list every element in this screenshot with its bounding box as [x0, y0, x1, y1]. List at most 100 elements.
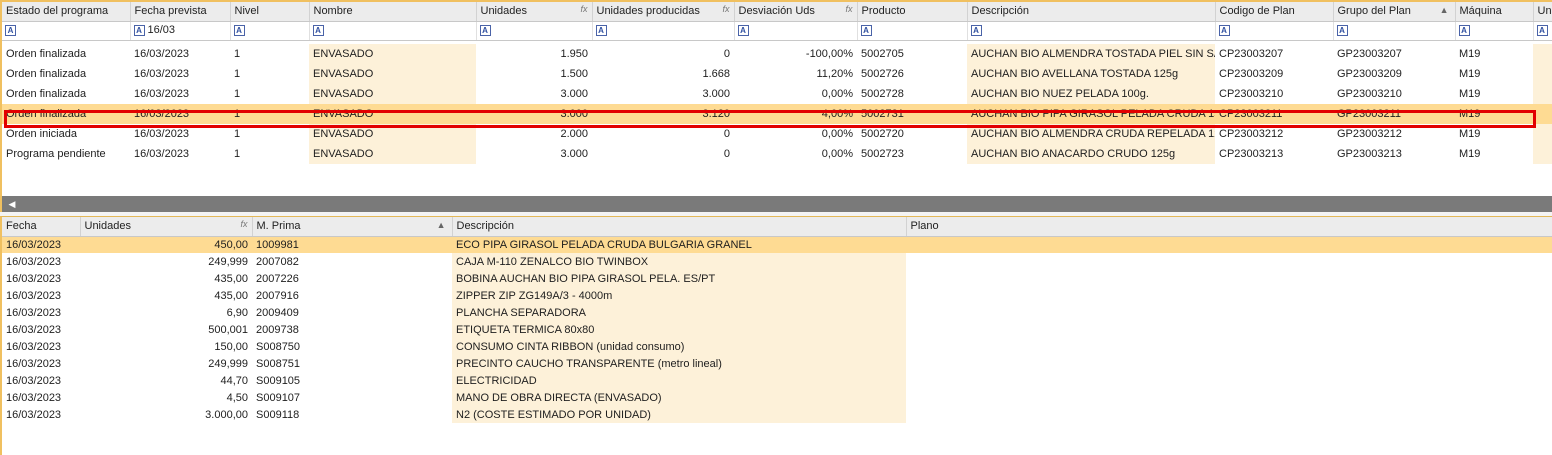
- cell-mat-unidades[interactable]: 44,70: [80, 372, 252, 389]
- cell-mat-mprima[interactable]: S009118: [252, 406, 452, 423]
- cell-mat-plano[interactable]: [906, 321, 1552, 338]
- cell-unidades[interactable]: 3.000: [476, 104, 592, 124]
- cell-codigo[interactable]: CP23003211: [1215, 104, 1333, 124]
- filter-icon[interactable]: A: [133, 25, 145, 37]
- cell-mat-mprima[interactable]: S008751: [252, 355, 452, 372]
- col-codigo-header[interactable]: Codigo de Plan: [1215, 2, 1334, 22]
- col-mat-unidades-header[interactable]: Unidades fx: [80, 217, 253, 237]
- cell-nombre[interactable]: ENVASADO: [309, 64, 476, 84]
- cell-unidades[interactable]: 3.000: [476, 144, 592, 164]
- cell-fecha[interactable]: 16/03/2023: [130, 44, 230, 64]
- cell-mat-plano[interactable]: [906, 406, 1552, 423]
- cell-desviacion[interactable]: 0,00%: [734, 84, 857, 104]
- cell-producidas[interactable]: 0: [592, 144, 734, 164]
- cell-maquina[interactable]: M19: [1455, 64, 1533, 84]
- filter-nivel[interactable]: A: [230, 21, 310, 41]
- cell-codigo[interactable]: CP23003207: [1215, 44, 1333, 64]
- col-grupo-header[interactable]: Grupo del Plan ▲: [1333, 2, 1456, 22]
- cell-mat-fecha[interactable]: 16/03/2023: [2, 253, 80, 270]
- cell-producidas[interactable]: 3.120: [592, 104, 734, 124]
- cell-unidades[interactable]: 3.000: [476, 84, 592, 104]
- cell-mat-descripcion[interactable]: ZIPPER ZIP ZG149A/3 - 4000m: [452, 287, 906, 304]
- cell-nivel[interactable]: 1: [230, 104, 309, 124]
- col-descripcion-header[interactable]: Descripción: [967, 2, 1216, 22]
- cell-unidades[interactable]: 2.000: [476, 124, 592, 144]
- order-row[interactable]: Orden finalizada 16/03/2023 1 ENVASADO 1.500…: [2, 64, 1552, 84]
- material-row[interactable]: 16/03/2023 6,90 2009409 PLANCHA SEPARADORA: [2, 304, 1552, 321]
- cell-codigo[interactable]: CP23003213: [1215, 144, 1333, 164]
- cell-estado[interactable]: Orden finalizada: [2, 104, 130, 124]
- cell-mat-unidades[interactable]: 249,999: [80, 355, 252, 372]
- filter-producidas[interactable]: A: [592, 21, 735, 41]
- material-row[interactable]: 16/03/2023 249,999 2007082 CAJA M-110 ZENAL…: [2, 253, 1552, 270]
- cell-un[interactable]: [1533, 84, 1552, 104]
- cell-producto[interactable]: 5002705: [857, 44, 967, 64]
- col-mat-plano-header[interactable]: Plano: [906, 217, 1552, 237]
- cell-producidas[interactable]: 3.000: [592, 84, 734, 104]
- cell-descripcion[interactable]: AUCHAN BIO NUEZ PELADA 100g.: [967, 84, 1215, 104]
- cell-descripcion[interactable]: AUCHAN BIO ALMENDRA CRUDA REPELADA 125: [967, 124, 1215, 144]
- cell-grupo[interactable]: GP23003207: [1333, 44, 1455, 64]
- filter-un[interactable]: A: [1533, 21, 1552, 41]
- cell-nombre[interactable]: ENVASADO: [309, 144, 476, 164]
- cell-producidas[interactable]: 0: [592, 124, 734, 144]
- filter-desviacion[interactable]: A: [734, 21, 858, 41]
- cell-mat-fecha[interactable]: 16/03/2023: [2, 304, 80, 321]
- cell-producto[interactable]: 5002723: [857, 144, 967, 164]
- cell-descripcion[interactable]: AUCHAN BIO PIPA GIRASOL PELADA CRUDA 150: [967, 104, 1215, 124]
- cell-descripcion[interactable]: AUCHAN BIO ANACARDO CRUDO 125g: [967, 144, 1215, 164]
- cell-mat-descripcion[interactable]: CONSUMO CINTA RIBBON (unidad consumo): [452, 338, 906, 355]
- cell-nivel[interactable]: 1: [230, 84, 309, 104]
- col-nombre-header[interactable]: Nombre: [309, 2, 477, 22]
- cell-mat-descripcion[interactable]: BOBINA AUCHAN BIO PIPA GIRASOL PELA. ES/…: [452, 270, 906, 287]
- cell-producto[interactable]: 5002726: [857, 64, 967, 84]
- cell-producto[interactable]: 5002720: [857, 124, 967, 144]
- col-maquina-header[interactable]: Máquina: [1455, 2, 1534, 22]
- cell-grupo[interactable]: GP23003212: [1333, 124, 1455, 144]
- col-fecha-header[interactable]: Fecha prevista: [130, 2, 231, 22]
- filter-nombre[interactable]: A: [309, 21, 477, 41]
- cell-nombre[interactable]: ENVASADO: [309, 124, 476, 144]
- cell-nivel[interactable]: 1: [230, 64, 309, 84]
- material-row[interactable]: 16/03/2023 500,001 2009738 ETIQUETA TERMICA…: [2, 321, 1552, 338]
- cell-mat-mprima[interactable]: 2009738: [252, 321, 452, 338]
- cell-un[interactable]: [1533, 144, 1552, 164]
- cell-nivel[interactable]: 1: [230, 44, 309, 64]
- cell-desviacion[interactable]: 4,00%: [734, 104, 857, 124]
- cell-maquina[interactable]: M19: [1455, 44, 1533, 64]
- cell-fecha[interactable]: 16/03/2023: [130, 84, 230, 104]
- filter-icon[interactable]: A: [595, 25, 607, 37]
- material-row[interactable]: 16/03/2023 435,00 2007226 BOBINA AUCHAN BIO…: [2, 270, 1552, 287]
- cell-grupo[interactable]: GP23003209: [1333, 64, 1455, 84]
- cell-mat-plano[interactable]: [906, 372, 1552, 389]
- order-row[interactable]: Orden finalizada 16/03/2023 1 ENVASADO 3.000…: [2, 104, 1552, 124]
- cell-maquina[interactable]: M19: [1455, 84, 1533, 104]
- cell-nombre[interactable]: ENVASADO: [309, 104, 476, 124]
- cell-mat-descripcion[interactable]: PRECINTO CAUCHO TRANSPARENTE (metro line…: [452, 355, 906, 372]
- material-row[interactable]: 16/03/2023 450,00 1009981 ECO PIPA GIRASOL …: [2, 236, 1552, 253]
- cell-mat-unidades[interactable]: 4,50: [80, 389, 252, 406]
- cell-mat-plano[interactable]: [906, 236, 1552, 253]
- cell-mat-fecha[interactable]: 16/03/2023: [2, 389, 80, 406]
- material-row[interactable]: 16/03/2023 44,70 S009105 ELECTRICIDAD: [2, 372, 1552, 389]
- cell-mat-fecha[interactable]: 16/03/2023: [2, 270, 80, 287]
- filter-icon[interactable]: A: [479, 25, 491, 37]
- horizontal-scrollbar[interactable]: ◀: [0, 196, 1552, 212]
- cell-mat-plano[interactable]: [906, 389, 1552, 406]
- cell-mat-mprima[interactable]: 2009409: [252, 304, 452, 321]
- cell-mat-mprima[interactable]: S009107: [252, 389, 452, 406]
- cell-mat-unidades[interactable]: 435,00: [80, 270, 252, 287]
- order-row[interactable]: Orden finalizada 16/03/2023 1 ENVASADO 1.950…: [2, 44, 1552, 64]
- filter-descripcion[interactable]: A: [967, 21, 1216, 41]
- filter-icon[interactable]: A: [737, 25, 749, 37]
- cell-producidas[interactable]: 1.668: [592, 64, 734, 84]
- col-un-header[interactable]: Un: [1533, 2, 1552, 22]
- order-row[interactable]: Orden iniciada 16/03/2023 1 ENVASADO 2.000 0 0…: [2, 124, 1552, 144]
- filter-producto[interactable]: A: [857, 21, 968, 41]
- filter-fecha[interactable]: A 16/03: [130, 21, 231, 41]
- cell-un[interactable]: [1533, 64, 1552, 84]
- cell-estado[interactable]: Orden finalizada: [2, 64, 130, 84]
- cell-maquina[interactable]: M19: [1455, 124, 1533, 144]
- cell-estado[interactable]: Orden finalizada: [2, 44, 130, 64]
- function-icon[interactable]: fx: [580, 4, 587, 14]
